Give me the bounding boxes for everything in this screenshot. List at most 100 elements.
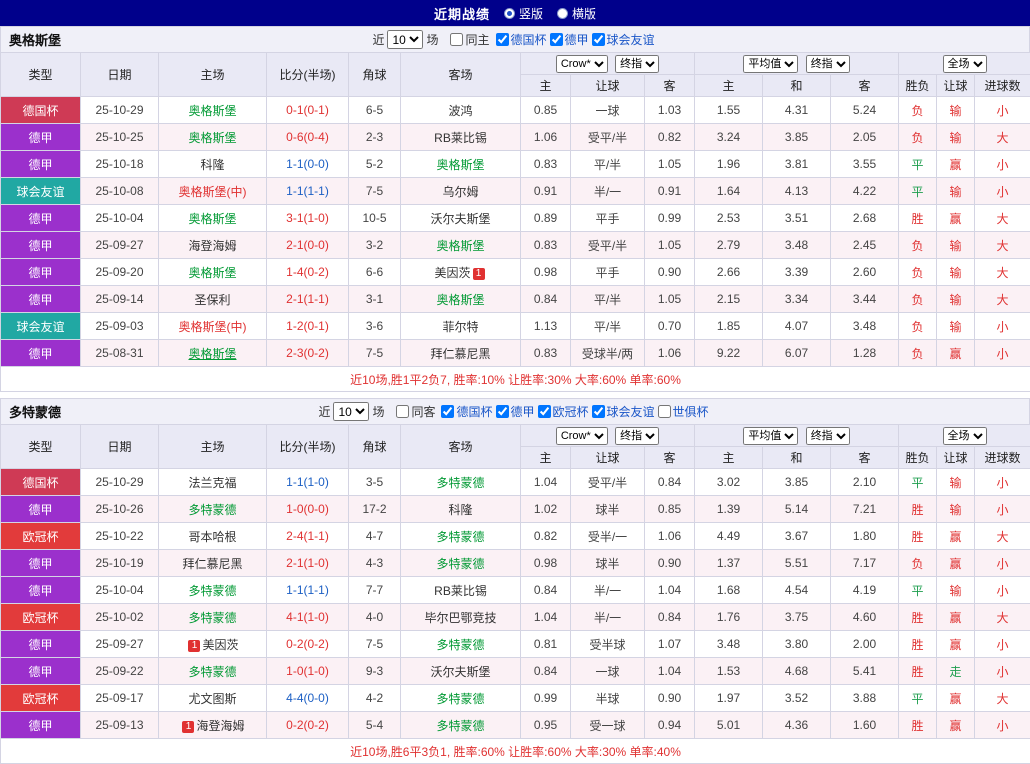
match-count-select[interactable]: 10 xyxy=(333,402,369,421)
match-row: 德甲25-10-19拜仁慕尼黑2-1(1-0)4-3多特蒙德0.98球半0.90… xyxy=(1,550,1030,577)
radio-icon[interactable] xyxy=(504,8,515,19)
home-team[interactable]: 海登海姆 xyxy=(188,239,236,253)
score: 0-1(0-1) xyxy=(267,97,349,124)
match-row: 德甲25-10-18科隆1-1(0-0)5-2奥格斯堡0.83平/半1.051.… xyxy=(1,151,1030,178)
venue-checkbox[interactable] xyxy=(450,33,463,46)
odds-value: 2.66 xyxy=(695,259,763,286)
odds-value: 一球 xyxy=(571,97,645,124)
away-team[interactable]: 沃尔夫斯堡 xyxy=(430,665,490,679)
away-team[interactable]: 奥格斯堡 xyxy=(436,293,484,307)
competition-checkbox[interactable] xyxy=(592,405,605,418)
home-team[interactable]: 多特蒙德 xyxy=(188,665,236,679)
home-team[interactable]: 奥格斯堡 xyxy=(188,266,236,280)
col-odds-away: 客 xyxy=(645,447,695,469)
home-team[interactable]: 哥本哈根 xyxy=(188,530,236,544)
competition-filter[interactable]: 球会友谊 xyxy=(592,403,655,420)
avg-source-select[interactable]: 平均值 xyxy=(743,427,798,445)
home-team[interactable]: 尤文图斯 xyxy=(188,692,236,706)
away-team[interactable]: 多特蒙德 xyxy=(436,557,484,571)
competition-filter[interactable]: 德甲 xyxy=(550,31,589,48)
avg-stage-select[interactable]: 终指 xyxy=(806,427,850,445)
layout-option-vertical[interactable]: 竖版 xyxy=(504,5,543,22)
odds-source-select[interactable]: Crow* xyxy=(556,427,608,445)
away-team[interactable]: 奥格斯堡 xyxy=(436,239,484,253)
away-team[interactable]: 乌尔姆 xyxy=(442,185,478,199)
odds-value: 4.31 xyxy=(763,97,831,124)
corner-count: 4-0 xyxy=(349,604,401,631)
match-date: 25-09-14 xyxy=(81,286,159,313)
home-team[interactable]: 奥格斯堡 xyxy=(188,104,236,118)
match-date: 25-09-27 xyxy=(81,232,159,259)
competition-checkbox[interactable] xyxy=(538,405,551,418)
competition-checkbox[interactable] xyxy=(496,33,509,46)
scope-select[interactable]: 全场 xyxy=(943,427,987,445)
home-team[interactable]: 海登海姆 xyxy=(196,719,244,733)
competition-checkbox[interactable] xyxy=(550,33,563,46)
venue-checkbox[interactable] xyxy=(396,405,409,418)
home-team[interactable]: 美因茨 xyxy=(202,638,238,652)
home-team[interactable]: 拜仁慕尼黑 xyxy=(182,557,242,571)
match-date: 25-10-08 xyxy=(81,178,159,205)
home-team[interactable]: 奥格斯堡 xyxy=(188,347,236,361)
odds-value: 1.04 xyxy=(521,469,571,496)
away-team[interactable]: 菲尔特 xyxy=(442,320,478,334)
away-team[interactable]: 多特蒙德 xyxy=(436,530,484,544)
match-count-select[interactable]: 10 xyxy=(387,30,423,49)
home-team[interactable]: 多特蒙德 xyxy=(188,611,236,625)
result-flag: 负 xyxy=(899,259,937,286)
away-team[interactable]: 美因茨 xyxy=(434,266,470,280)
away-team[interactable]: 奥格斯堡 xyxy=(436,158,484,172)
odds-stage-select[interactable]: 终指 xyxy=(615,427,659,445)
competition-badge: 欧冠杯 xyxy=(1,523,81,550)
score: 1-4(0-2) xyxy=(267,259,349,286)
competition-checkbox[interactable] xyxy=(496,405,509,418)
odds-value: 0.84 xyxy=(521,658,571,685)
away-team[interactable]: RB莱比锡 xyxy=(434,131,487,145)
avg-source-select[interactable]: 平均值 xyxy=(743,55,798,73)
competition-filter[interactable]: 欧冠杯 xyxy=(538,403,589,420)
competition-filter[interactable]: 德甲 xyxy=(496,403,535,420)
scope-select[interactable]: 全场 xyxy=(943,55,987,73)
venue-filter[interactable]: 同客 xyxy=(396,403,435,420)
competition-filter[interactable]: 德国杯 xyxy=(496,31,547,48)
away-team[interactable]: 毕尔巴鄂竞技 xyxy=(424,611,496,625)
match-date: 25-09-20 xyxy=(81,259,159,286)
odds-value: 2.00 xyxy=(831,631,899,658)
competition-checkbox[interactable] xyxy=(592,33,605,46)
odds-value: 1.55 xyxy=(695,97,763,124)
home-team[interactable]: 奥格斯堡 xyxy=(188,131,236,145)
radio-icon[interactable] xyxy=(557,8,568,19)
away-team[interactable]: 科隆 xyxy=(448,503,472,517)
away-team[interactable]: 多特蒙德 xyxy=(436,692,484,706)
away-team[interactable]: 多特蒙德 xyxy=(436,476,484,490)
away-team[interactable]: 多特蒙德 xyxy=(436,638,484,652)
odds-value: 球半 xyxy=(571,496,645,523)
layout-option-horizontal[interactable]: 横版 xyxy=(557,5,596,22)
odds-value: 受平/半 xyxy=(571,232,645,259)
away-team[interactable]: RB莱比锡 xyxy=(434,584,487,598)
avg-stage-select[interactable]: 终指 xyxy=(806,55,850,73)
home-team[interactable]: 奥格斯堡(中) xyxy=(179,185,247,199)
home-team[interactable]: 科隆 xyxy=(200,158,224,172)
away-team[interactable]: 多特蒙德 xyxy=(436,719,484,733)
competition-filter[interactable]: 德国杯 xyxy=(441,403,492,420)
competition-filter[interactable]: 球会友谊 xyxy=(592,31,655,48)
odds-value: 0.81 xyxy=(521,631,571,658)
home-team[interactable]: 圣保利 xyxy=(194,293,230,307)
competition-filter[interactable]: 世俱杯 xyxy=(658,403,709,420)
away-team[interactable]: 沃尔夫斯堡 xyxy=(430,212,490,226)
home-team[interactable]: 法兰克福 xyxy=(188,476,236,490)
home-team[interactable]: 奥格斯堡(中) xyxy=(179,320,247,334)
competition-checkbox[interactable] xyxy=(658,405,671,418)
home-team[interactable]: 奥格斯堡 xyxy=(188,212,236,226)
odds-stage-select[interactable]: 终指 xyxy=(615,55,659,73)
home-team[interactable]: 多特蒙德 xyxy=(188,584,236,598)
away-team[interactable]: 拜仁慕尼黑 xyxy=(430,347,490,361)
odds-source-select[interactable]: Crow* xyxy=(556,55,608,73)
result-flag: 小 xyxy=(975,577,1030,604)
odds-value: 1.05 xyxy=(645,286,695,313)
competition-checkbox[interactable] xyxy=(441,405,454,418)
away-team[interactable]: 波鸿 xyxy=(448,104,472,118)
home-team[interactable]: 多特蒙德 xyxy=(188,503,236,517)
venue-filter[interactable]: 同主 xyxy=(450,31,489,48)
